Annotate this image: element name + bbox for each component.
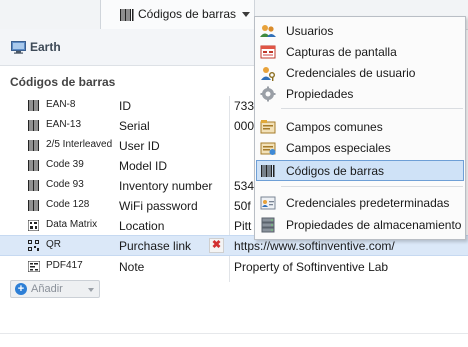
barcode-type: PDF417 bbox=[46, 260, 83, 271]
menu-item-user-credentials[interactable]: Credenciales de usuario bbox=[256, 62, 464, 83]
barcode-type: EAN-13 bbox=[46, 119, 82, 130]
field-name[interactable]: User ID bbox=[119, 139, 160, 153]
field-value[interactable]: Pitt bbox=[234, 219, 251, 233]
screenshot-icon bbox=[260, 45, 276, 59]
menu-item-default-credentials[interactable]: Credenciales predeterminadas bbox=[256, 192, 464, 213]
barcode-icon bbox=[120, 9, 134, 21]
field-name[interactable]: WiFi password bbox=[119, 199, 198, 213]
tab-barcodes[interactable]: Códigos de barras bbox=[100, 0, 255, 29]
menu-item-label: Usuarios bbox=[286, 24, 334, 38]
barcode-icon bbox=[28, 180, 39, 191]
plus-icon: + bbox=[15, 283, 27, 295]
barcode-icon bbox=[28, 160, 39, 171]
tab-dropdown-menu: Usuarios Capturas de pantalla Credencial… bbox=[254, 16, 466, 240]
chevron-down-icon[interactable] bbox=[242, 12, 250, 17]
field-name[interactable]: Model ID bbox=[119, 159, 167, 173]
menu-item-label: Credenciales de usuario bbox=[286, 66, 416, 80]
barcode-type: EAN-8 bbox=[46, 99, 76, 110]
menu-item-storage-properties[interactable]: Propiedades de almacenamiento bbox=[256, 214, 464, 235]
user-key-icon bbox=[261, 67, 275, 81]
add-button[interactable]: + Añadir bbox=[10, 280, 100, 298]
field-value[interactable]: 733 bbox=[234, 99, 254, 113]
add-button-label: Añadir bbox=[31, 283, 63, 295]
chevron-down-icon[interactable] bbox=[88, 288, 94, 292]
storage-icon bbox=[261, 217, 275, 233]
barcode-type: Code 93 bbox=[46, 179, 84, 190]
pdf417-icon bbox=[28, 261, 40, 272]
special-fields-icon bbox=[260, 142, 276, 155]
field-name[interactable]: Serial bbox=[119, 119, 150, 133]
barcode-icon bbox=[28, 120, 39, 131]
field-value[interactable]: 50f bbox=[234, 199, 251, 213]
menu-item-label: Credenciales predeterminadas bbox=[286, 196, 450, 210]
menu-item-properties[interactable]: Propiedades bbox=[256, 83, 464, 104]
menu-item-barcodes[interactable]: Códigos de barras bbox=[256, 160, 464, 181]
field-value[interactable]: Property of Softinventive Lab bbox=[234, 260, 388, 274]
field-name[interactable]: Purchase link bbox=[119, 239, 191, 253]
field-name[interactable]: Note bbox=[119, 260, 144, 274]
field-value[interactable]: https://www.softinventive.com/ bbox=[234, 239, 395, 253]
barcode-icon bbox=[261, 165, 275, 177]
gear-icon bbox=[260, 86, 276, 102]
table-row[interactable]: PDF417 Note Property of Softinventive La… bbox=[0, 257, 468, 277]
common-fields-icon bbox=[260, 120, 276, 134]
tab-label: Códigos de barras bbox=[138, 7, 237, 21]
menu-item-label: Campos especiales bbox=[286, 141, 391, 155]
computer-header: Earth bbox=[0, 29, 254, 66]
menu-item-label: Capturas de pantalla bbox=[286, 45, 397, 59]
barcode-icon bbox=[28, 140, 39, 151]
default-credentials-icon bbox=[260, 196, 276, 210]
field-name[interactable]: Inventory number bbox=[119, 179, 212, 193]
barcode-type: Code 128 bbox=[46, 199, 90, 210]
menu-item-label: Códigos de barras bbox=[286, 164, 385, 178]
computer-name: Earth bbox=[30, 40, 61, 54]
barcode-type: Code 39 bbox=[46, 159, 84, 170]
barcode-type: Data Matrix bbox=[46, 219, 98, 230]
menu-item-common-fields[interactable]: Campos comunes bbox=[256, 116, 464, 137]
menu-item-users[interactable]: Usuarios bbox=[256, 20, 464, 41]
barcode-icon bbox=[28, 100, 39, 111]
barcode-icon bbox=[28, 200, 39, 211]
field-value[interactable]: 000 bbox=[234, 119, 254, 133]
barcode-type: QR bbox=[46, 239, 61, 250]
qr-code-icon bbox=[28, 240, 39, 251]
menu-item-label: Propiedades de almacenamiento bbox=[286, 218, 462, 232]
menu-item-special-fields[interactable]: Campos especiales bbox=[256, 137, 464, 158]
data-matrix-icon bbox=[28, 220, 39, 231]
menu-item-screenshots[interactable]: Capturas de pantalla bbox=[256, 41, 464, 62]
computer-icon bbox=[11, 41, 26, 54]
menu-item-label: Propiedades bbox=[286, 87, 354, 101]
field-name[interactable]: Location bbox=[119, 219, 164, 233]
field-name[interactable]: ID bbox=[119, 99, 131, 113]
grid-title: Códigos de barras bbox=[10, 75, 116, 89]
menu-item-label: Campos comunes bbox=[286, 120, 383, 134]
barcode-type: 2/5 Interleaved bbox=[46, 139, 113, 150]
delete-row-button[interactable]: ✖ bbox=[209, 238, 224, 253]
menu-separator bbox=[281, 108, 463, 109]
divider bbox=[0, 333, 468, 334]
field-value[interactable]: 534 bbox=[234, 179, 254, 193]
users-icon bbox=[260, 25, 276, 37]
menu-separator bbox=[281, 186, 463, 187]
